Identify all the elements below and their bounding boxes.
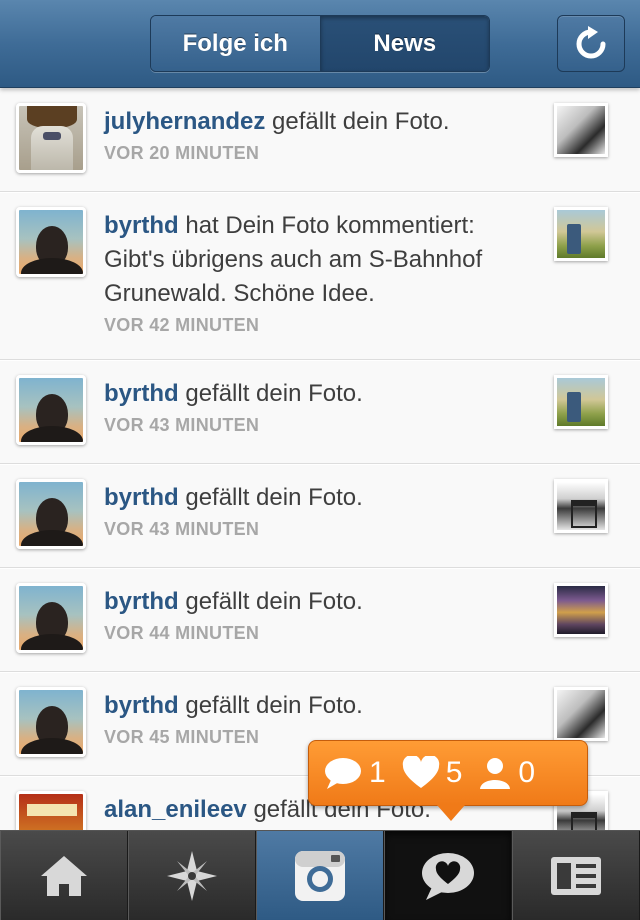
activity-notification-badge[interactable]: 1 5 0	[308, 740, 588, 821]
tab-explore[interactable]	[128, 831, 256, 920]
tab-profile[interactable]	[512, 831, 640, 920]
timestamp: VOR 20 MINUTEN	[104, 143, 260, 163]
activity-text: gefällt dein Foto.	[185, 484, 363, 511]
avatar[interactable]	[16, 375, 86, 445]
username-link[interactable]: byrthd	[104, 588, 179, 615]
avatar[interactable]	[16, 103, 86, 173]
tab-activity[interactable]	[384, 831, 512, 920]
explore-icon	[167, 851, 217, 901]
username-link[interactable]: byrthd	[104, 692, 179, 719]
username-link[interactable]: byrthd	[104, 380, 179, 407]
photo-thumbnail[interactable]	[554, 479, 608, 533]
avatar[interactable]	[16, 687, 86, 757]
activity-text: gefällt dein Foto.	[272, 108, 450, 135]
list-item[interactable]: byrthd hat Dein Foto kommentiert: Gibt's…	[0, 192, 640, 360]
username-link[interactable]: byrthd	[104, 212, 179, 239]
comment-icon	[323, 756, 363, 790]
list-item[interactable]: byrthd gefällt dein Foto. VOR 43 MINUTEN	[0, 464, 640, 568]
activity-text: gefällt dein Foto.	[185, 692, 363, 719]
bottom-tab-bar	[0, 830, 640, 920]
username-link[interactable]: byrthd	[104, 484, 179, 511]
top-navigation-bar: Folge ich News	[0, 0, 640, 88]
list-item[interactable]: julyhernandez gefällt dein Foto. VOR 20 …	[0, 88, 640, 192]
timestamp: VOR 43 MINUTEN	[104, 415, 260, 435]
tab-news[interactable]: News	[320, 16, 489, 71]
activity-text: hat Dein Foto kommentiert:	[185, 212, 475, 239]
profile-icon	[551, 857, 601, 895]
like-count: 5	[445, 756, 463, 789]
home-icon	[41, 856, 87, 896]
refresh-icon	[576, 25, 606, 58]
camera-icon	[295, 851, 345, 901]
photo-thumbnail[interactable]	[554, 375, 608, 429]
avatar[interactable]	[16, 479, 86, 549]
heart-icon	[402, 756, 440, 790]
tab-home[interactable]	[0, 831, 128, 920]
person-icon	[478, 756, 512, 790]
avatar[interactable]	[16, 207, 86, 277]
activity-text: gefällt dein Foto.	[185, 380, 363, 407]
photo-thumbnail[interactable]	[554, 103, 608, 157]
photo-thumbnail[interactable]	[554, 687, 608, 741]
photo-thumbnail[interactable]	[554, 207, 608, 261]
follower-count: 0	[518, 756, 536, 789]
photo-thumbnail[interactable]	[554, 583, 608, 637]
activity-icon	[422, 853, 474, 900]
activity-text: gefällt dein Foto.	[185, 588, 363, 615]
timestamp: VOR 43 MINUTEN	[104, 519, 260, 539]
avatar[interactable]	[16, 583, 86, 653]
tab-camera[interactable]	[256, 831, 384, 920]
username-link[interactable]: alan_enileev	[104, 796, 247, 823]
username-link[interactable]: julyhernandez	[104, 108, 265, 135]
comment-text: Gibt's übrigens auch am S-Bahnhof Grunew…	[104, 246, 483, 307]
feed-segmented-control: Folge ich News	[150, 15, 490, 72]
comment-count: 1	[369, 756, 386, 789]
timestamp: VOR 44 MINUTEN	[104, 623, 260, 643]
refresh-button[interactable]	[557, 15, 625, 72]
list-item[interactable]: byrthd gefällt dein Foto. VOR 43 MINUTEN	[0, 360, 640, 464]
tab-following[interactable]: Folge ich	[151, 16, 321, 71]
list-item[interactable]: byrthd gefällt dein Foto. VOR 44 MINUTEN	[0, 568, 640, 672]
timestamp: VOR 42 MINUTEN	[104, 315, 260, 335]
